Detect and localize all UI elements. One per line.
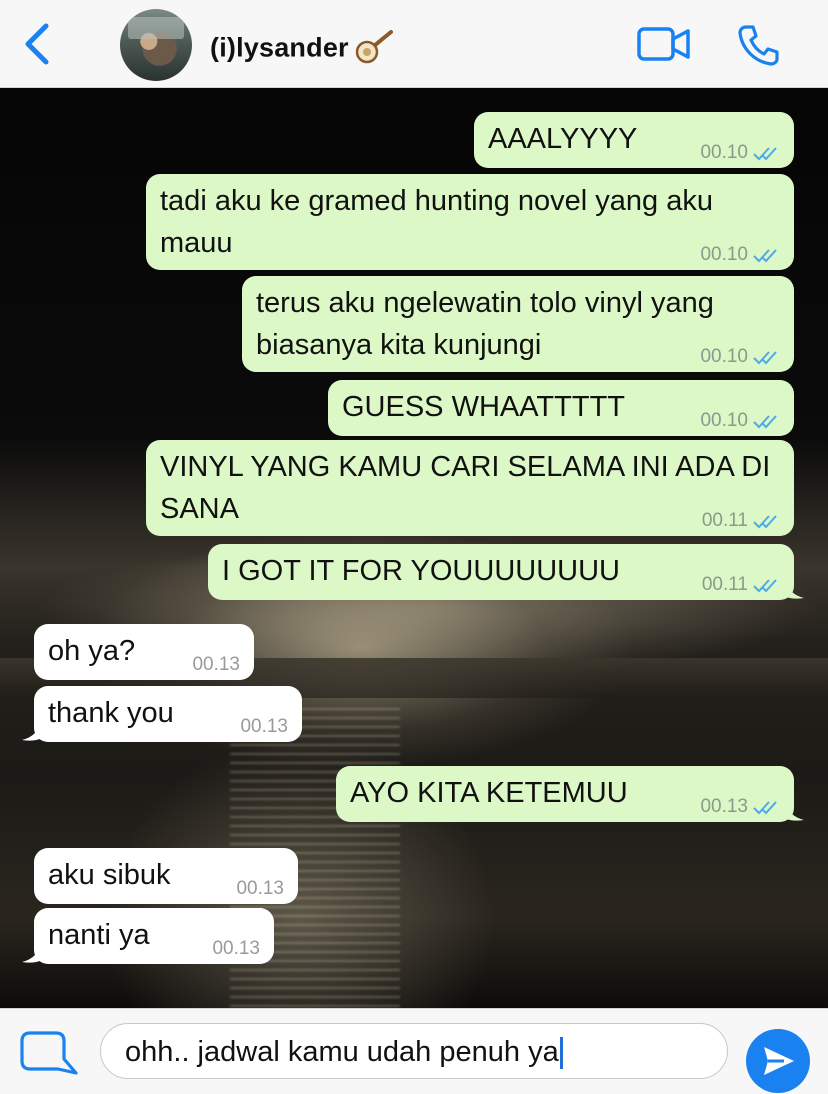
send-arrow-icon: [764, 1047, 794, 1075]
message-time: 00.10: [700, 346, 748, 367]
double-check-icon: [753, 147, 777, 161]
send-button[interactable]: [746, 1029, 810, 1093]
message-bubble[interactable]: aku sibuk 00.13: [34, 848, 298, 904]
double-check-icon: [753, 579, 777, 593]
chat-area[interactable]: AAALYYYY 00.10 tadi aku ke gramed huntin…: [0, 88, 828, 1008]
message-meta: 00.13: [700, 796, 780, 818]
message-bubble[interactable]: AYO KITA KETEMUU 00.13: [336, 766, 804, 822]
message-bubble[interactable]: I GOT IT FOR YOUUUUUUUU 00.11: [208, 544, 804, 600]
phone-icon: [738, 25, 779, 66]
video-camera-icon: [637, 27, 690, 61]
message-bubble[interactable]: nanti ya 00.13: [22, 908, 274, 964]
message-bubble[interactable]: oh ya? 00.13: [34, 624, 254, 680]
message-text: VINYL YANG KAMU CARI SELAMA INI ADA DI S…: [160, 451, 771, 525]
media-square-icon: [20, 1031, 78, 1075]
message-time: 00.13: [240, 716, 288, 737]
message-time: 00.13: [700, 796, 748, 817]
attach-media-button[interactable]: [18, 1029, 80, 1079]
voice-call-button[interactable]: [736, 22, 782, 68]
message-time: 00.13: [212, 938, 260, 959]
message-text: I GOT IT FOR YOUUUUUUUU: [222, 555, 620, 587]
back-button[interactable]: [18, 22, 58, 66]
bubble-tail: [784, 800, 804, 821]
banjo-icon: [355, 28, 395, 71]
message-time: 00.11: [701, 510, 748, 531]
bubble-tail: [784, 578, 804, 599]
double-check-icon: [753, 415, 777, 429]
message-meta: 00.10: [700, 346, 780, 368]
message-bubble[interactable]: AAALYYYY 00.10: [474, 112, 794, 168]
message-meta: 00.10: [700, 410, 780, 432]
message-meta: 00.11: [702, 574, 780, 596]
message-meta: 00.10: [700, 142, 780, 164]
message-time: 00.10: [700, 244, 748, 265]
video-call-button[interactable]: [636, 24, 692, 64]
double-check-icon: [753, 801, 777, 815]
chevron-left-icon: [25, 23, 49, 65]
message-bubble[interactable]: VINYL YANG KAMU CARI SELAMA INI ADA DI S…: [146, 440, 794, 536]
message-input-value: ohh.. jadwal kamu udah penuh ya: [125, 1036, 559, 1068]
double-check-icon: [753, 351, 777, 365]
message-time: 00.13: [236, 878, 284, 899]
message-bubble[interactable]: tadi aku ke gramed hunting novel yang ak…: [146, 174, 794, 270]
double-check-icon: [753, 249, 777, 263]
message-meta: 00.11: [702, 510, 780, 532]
text-caret: [559, 1037, 563, 1070]
contact-name-text: (i)lysander: [210, 32, 349, 63]
composer-bar: ohh.. jadwal kamu udah penuh ya: [0, 1008, 828, 1094]
message-bubble[interactable]: GUESS WHAATTTTT 00.10: [328, 380, 794, 436]
message-time: 00.10: [700, 142, 748, 163]
contact-name[interactable]: (i)lysander: [210, 28, 395, 71]
avatar-photo: [128, 17, 184, 39]
double-check-icon: [753, 515, 777, 529]
message-time: 00.10: [700, 410, 748, 431]
bubble-tail: [22, 942, 42, 963]
message-bubble[interactable]: terus aku ngelewatin tolo vinyl yang bia…: [242, 276, 794, 372]
avatar[interactable]: [120, 9, 192, 81]
message-time: 00.13: [192, 654, 240, 675]
chat-header: (i)lysander: [0, 0, 828, 88]
message-meta: 00.10: [700, 244, 780, 266]
message-text: tadi aku ke gramed hunting novel yang ak…: [160, 185, 713, 259]
message-bubble[interactable]: thank you 00.13: [22, 686, 302, 742]
message-input[interactable]: ohh.. jadwal kamu udah penuh ya: [100, 1023, 728, 1079]
bubble-tail: [22, 720, 42, 741]
message-time: 00.11: [701, 574, 748, 595]
